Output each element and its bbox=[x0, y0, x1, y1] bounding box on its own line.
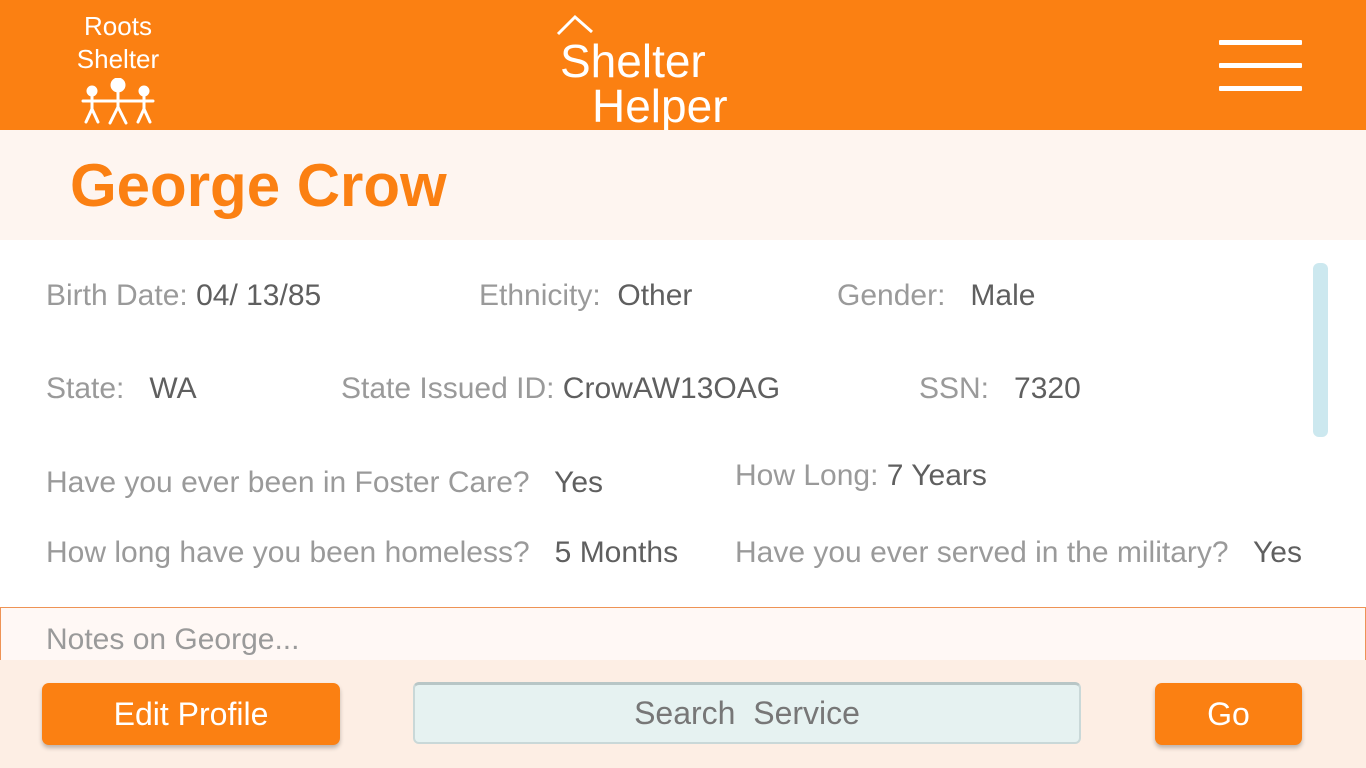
military-field: Have you ever served in the military? Ye… bbox=[735, 535, 1302, 571]
org-logo-line2: Shelter bbox=[76, 44, 160, 74]
foster-care-label: Have you ever been in Foster Care? bbox=[46, 466, 530, 499]
menu-bar bbox=[1219, 86, 1302, 91]
state-field: State: WA bbox=[46, 371, 197, 407]
go-button[interactable]: Go bbox=[1155, 683, 1302, 745]
app-header: Roots Shelter Shelter Helper bbox=[0, 0, 1366, 132]
military-label: Have you ever served in the military? bbox=[735, 536, 1229, 569]
menu-bar bbox=[1219, 63, 1302, 68]
birth-date-field: Birth Date: 04/ 13/85 bbox=[46, 278, 321, 314]
birth-date-value: 04/ 13/85 bbox=[196, 279, 322, 312]
homeless-duration-label: How long have you been homeless? bbox=[46, 536, 530, 569]
state-id-value: CrowAW13OAG bbox=[562, 372, 781, 405]
state-id-field: State Issued ID: CrowAW13OAG bbox=[341, 371, 780, 407]
ethnicity-value: Other bbox=[617, 279, 693, 312]
state-label: State: bbox=[46, 372, 125, 405]
gender-field: Gender: Male bbox=[837, 278, 1035, 314]
people-family-icon bbox=[81, 78, 155, 125]
scrollbar-thumb[interactable] bbox=[1313, 263, 1328, 437]
org-logo-line1: Roots bbox=[84, 11, 152, 41]
ssn-field: SSN: 7320 bbox=[919, 371, 1081, 407]
gender-value: Male bbox=[970, 279, 1036, 312]
edit-profile-button[interactable]: Edit Profile bbox=[42, 683, 340, 745]
ssn-value: 7320 bbox=[1014, 372, 1081, 405]
military-value: Yes bbox=[1253, 536, 1302, 569]
foster-care-value: Yes bbox=[554, 466, 604, 499]
gender-label: Gender: bbox=[837, 279, 946, 312]
notes-box bbox=[0, 607, 1366, 668]
ethnicity-label: Ethnicity: bbox=[479, 279, 601, 312]
how-long-label: How Long: bbox=[735, 459, 879, 492]
search-service-input[interactable] bbox=[413, 682, 1081, 744]
hamburger-menu-icon[interactable] bbox=[1212, 34, 1308, 98]
foster-care-field: Have you ever been in Foster Care? Yes bbox=[46, 465, 603, 501]
notes-input[interactable] bbox=[46, 622, 1346, 658]
client-name: George Crow bbox=[70, 152, 447, 219]
how-long-value: 7 Years bbox=[886, 459, 987, 492]
state-value: WA bbox=[149, 372, 197, 405]
birth-date-label: Birth Date: bbox=[46, 279, 188, 312]
homeless-duration-value: 5 Months bbox=[554, 536, 679, 569]
app-logo-line2: Helper bbox=[592, 80, 728, 132]
state-id-label: State Issued ID: bbox=[341, 372, 555, 405]
foster-duration-field: How Long: 7 Years bbox=[735, 458, 987, 494]
app-logo-line1: Shelter bbox=[560, 35, 706, 87]
roots-shelter-logo[interactable]: Roots Shelter bbox=[58, 10, 178, 126]
menu-bar bbox=[1219, 40, 1302, 45]
homeless-duration-field: How long have you been homeless? 5 Month… bbox=[46, 535, 678, 571]
ethnicity-field: Ethnicity: Other bbox=[479, 278, 692, 314]
ssn-label: SSN: bbox=[919, 372, 990, 405]
